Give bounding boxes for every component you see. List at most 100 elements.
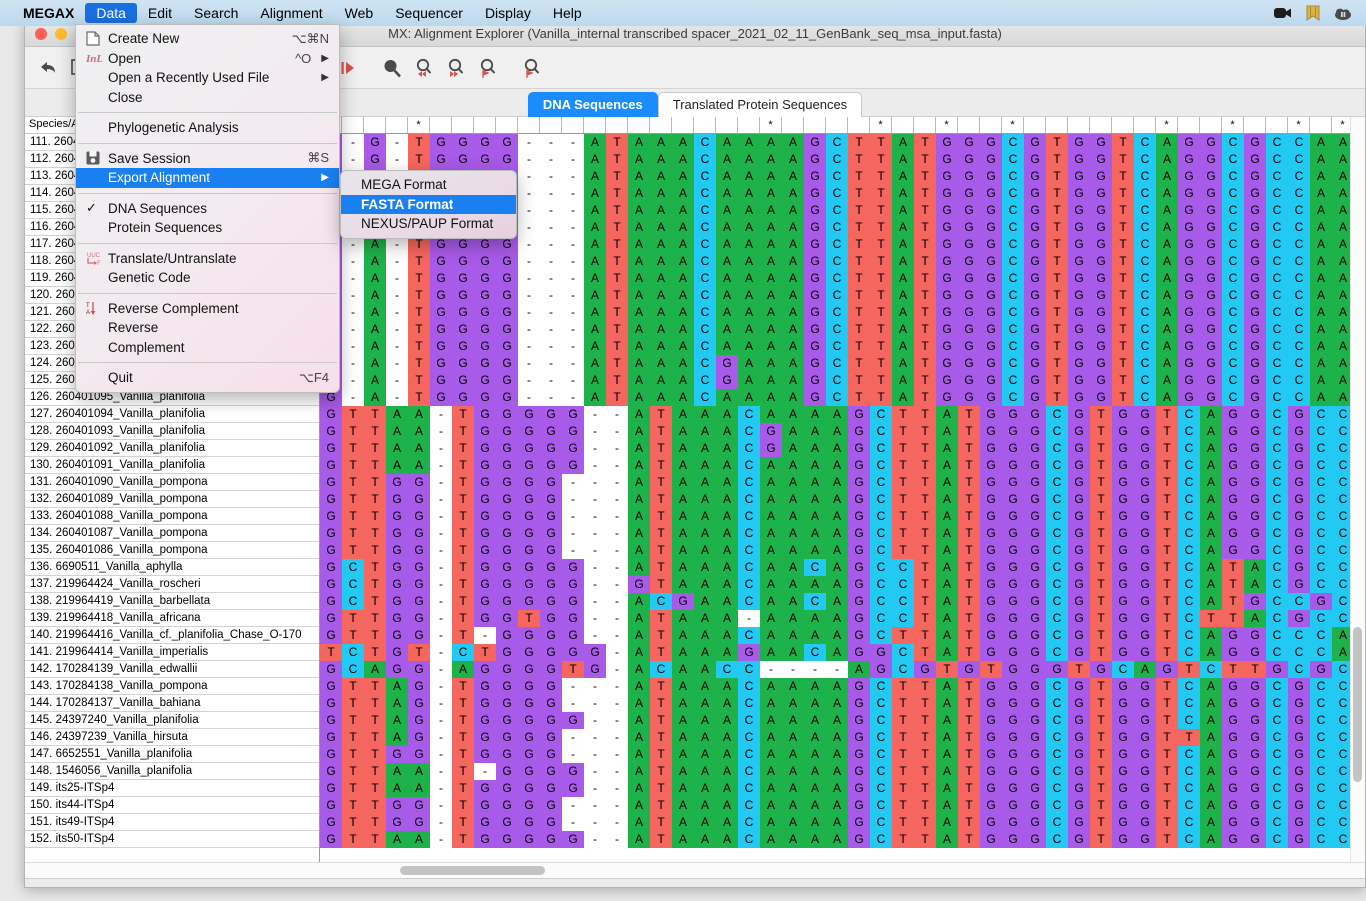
base-cell[interactable]: T: [1046, 168, 1068, 185]
base-cell[interactable]: C: [1046, 695, 1068, 712]
base-cell[interactable]: T: [1046, 253, 1068, 270]
base-cell[interactable]: T: [1156, 610, 1178, 627]
base-cell[interactable]: A: [826, 746, 848, 763]
base-cell[interactable]: T: [958, 814, 980, 831]
base-cell[interactable]: G: [496, 253, 518, 270]
base-cell[interactable]: T: [958, 593, 980, 610]
base-cell[interactable]: A: [1200, 797, 1222, 814]
base-cell[interactable]: G: [518, 559, 540, 576]
base-cell[interactable]: A: [826, 593, 848, 610]
base-cell[interactable]: G: [452, 253, 474, 270]
base-cell[interactable]: A: [694, 780, 716, 797]
base-cell[interactable]: -: [584, 525, 606, 542]
base-cell[interactable]: C: [1046, 763, 1068, 780]
base-cell[interactable]: T: [1046, 151, 1068, 168]
base-cell[interactable]: A: [386, 763, 408, 780]
base-cell[interactable]: C: [1222, 253, 1244, 270]
base-cell[interactable]: A: [672, 678, 694, 695]
base-cell[interactable]: G: [386, 508, 408, 525]
base-cell[interactable]: -: [540, 185, 562, 202]
base-cell[interactable]: G: [562, 593, 584, 610]
base-cell[interactable]: A: [892, 219, 914, 236]
base-cell[interactable]: -: [562, 491, 584, 508]
sequence-row[interactable]: G-A-TGGGG---ATAAACAAAAGCTTATGGGCGTGGTCAG…: [320, 304, 1365, 321]
base-cell[interactable]: G: [320, 729, 342, 746]
base-cell[interactable]: A: [628, 644, 650, 661]
base-cell[interactable]: G: [980, 780, 1002, 797]
base-cell[interactable]: C: [1266, 542, 1288, 559]
base-cell[interactable]: A: [716, 576, 738, 593]
base-cell[interactable]: -: [540, 202, 562, 219]
menu-item-export-alignment[interactable]: Export Alignment ▶: [76, 168, 339, 188]
base-cell[interactable]: C: [1288, 253, 1310, 270]
base-cell[interactable]: A: [738, 372, 760, 389]
base-cell[interactable]: G: [386, 814, 408, 831]
base-cell[interactable]: -: [386, 253, 408, 270]
base-cell[interactable]: G: [474, 542, 496, 559]
base-cell[interactable]: G: [1090, 304, 1112, 321]
base-cell[interactable]: -: [562, 304, 584, 321]
base-cell[interactable]: G: [1134, 644, 1156, 661]
base-cell[interactable]: C: [1310, 678, 1332, 695]
base-cell[interactable]: C: [1266, 814, 1288, 831]
base-cell[interactable]: A: [716, 542, 738, 559]
base-cell[interactable]: G: [496, 406, 518, 423]
base-cell[interactable]: T: [342, 695, 364, 712]
base-cell[interactable]: T: [1112, 338, 1134, 355]
base-cell[interactable]: G: [980, 168, 1002, 185]
base-cell[interactable]: T: [1090, 457, 1112, 474]
base-cell[interactable]: A: [892, 389, 914, 406]
base-cell[interactable]: G: [1002, 491, 1024, 508]
base-cell[interactable]: T: [452, 831, 474, 848]
base-cell[interactable]: G: [1244, 474, 1266, 491]
base-cell[interactable]: -: [606, 831, 628, 848]
base-cell[interactable]: G: [452, 236, 474, 253]
base-cell[interactable]: G: [1068, 576, 1090, 593]
base-cell[interactable]: A: [694, 491, 716, 508]
base-cell[interactable]: A: [760, 559, 782, 576]
base-cell[interactable]: T: [650, 457, 672, 474]
base-cell[interactable]: C: [1046, 576, 1068, 593]
base-cell[interactable]: T: [364, 627, 386, 644]
base-cell[interactable]: G: [474, 423, 496, 440]
base-cell[interactable]: A: [826, 678, 848, 695]
base-cell[interactable]: T: [892, 542, 914, 559]
base-cell[interactable]: A: [804, 491, 826, 508]
base-cell[interactable]: G: [1090, 202, 1112, 219]
base-cell[interactable]: -: [518, 168, 540, 185]
base-cell[interactable]: -: [540, 304, 562, 321]
base-cell[interactable]: T: [848, 202, 870, 219]
base-cell[interactable]: G: [320, 610, 342, 627]
base-cell[interactable]: C: [1288, 321, 1310, 338]
base-cell[interactable]: T: [1090, 542, 1112, 559]
base-cell[interactable]: G: [496, 831, 518, 848]
base-cell[interactable]: A: [1156, 236, 1178, 253]
base-cell[interactable]: A: [738, 219, 760, 236]
base-cell[interactable]: A: [628, 457, 650, 474]
base-cell[interactable]: T: [914, 610, 936, 627]
base-cell[interactable]: A: [936, 814, 958, 831]
base-cell[interactable]: A: [1200, 474, 1222, 491]
base-cell[interactable]: T: [848, 270, 870, 287]
base-cell[interactable]: C: [1178, 491, 1200, 508]
base-cell[interactable]: A: [936, 610, 958, 627]
base-cell[interactable]: T: [1156, 593, 1178, 610]
base-cell[interactable]: C: [1266, 678, 1288, 695]
base-cell[interactable]: C: [1002, 372, 1024, 389]
base-cell[interactable]: G: [1090, 219, 1112, 236]
find-marked-icon[interactable]: [517, 53, 547, 83]
base-cell[interactable]: T: [650, 491, 672, 508]
base-cell[interactable]: A: [1200, 712, 1222, 729]
base-cell[interactable]: C: [1266, 236, 1288, 253]
base-cell[interactable]: C: [694, 355, 716, 372]
base-cell[interactable]: A: [650, 151, 672, 168]
base-cell[interactable]: G: [848, 406, 870, 423]
base-cell[interactable]: A: [738, 202, 760, 219]
base-cell[interactable]: G: [1134, 457, 1156, 474]
base-cell[interactable]: G: [980, 389, 1002, 406]
base-cell[interactable]: G: [1068, 168, 1090, 185]
base-cell[interactable]: -: [584, 780, 606, 797]
base-cell[interactable]: T: [958, 746, 980, 763]
base-cell[interactable]: C: [1046, 542, 1068, 559]
base-cell[interactable]: C: [1178, 712, 1200, 729]
